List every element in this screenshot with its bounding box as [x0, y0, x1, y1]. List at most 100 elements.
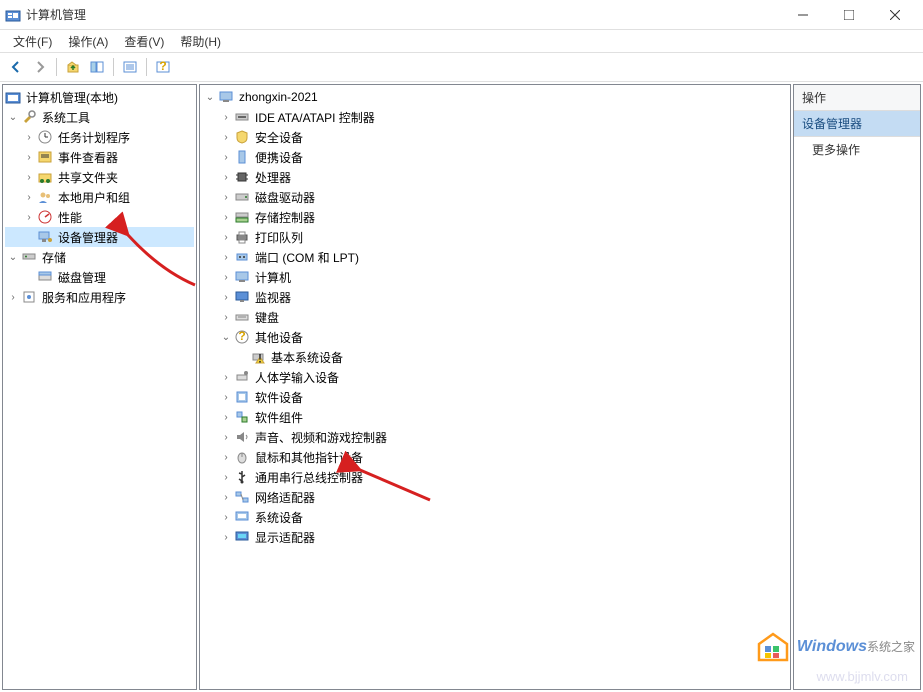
- actions-header: 操作: [794, 85, 920, 111]
- expand-icon[interactable]: ›: [21, 189, 37, 205]
- software-comp-icon: [234, 409, 250, 425]
- hid-label: 人体学输入设备: [253, 368, 341, 387]
- collapse-icon[interactable]: ⌄: [5, 249, 21, 265]
- expand-icon[interactable]: ›: [218, 129, 234, 145]
- tree-shared-folders[interactable]: › 共享文件夹: [5, 167, 194, 187]
- display-icon: [234, 529, 250, 545]
- collapse-icon[interactable]: ⌄: [202, 89, 218, 105]
- menu-view[interactable]: 查看(V): [116, 31, 172, 52]
- device-system-dev[interactable]: ›系统设备: [202, 507, 788, 527]
- window-title: 计算机管理: [26, 6, 780, 23]
- printer-icon: [234, 229, 250, 245]
- help-button[interactable]: ?: [152, 56, 174, 78]
- device-sound[interactable]: ›声音、视频和游戏控制器: [202, 427, 788, 447]
- expand-icon[interactable]: ›: [218, 449, 234, 465]
- expand-icon[interactable]: ›: [21, 149, 37, 165]
- tree-device-manager[interactable]: 设备管理器: [5, 227, 194, 247]
- device-print-queue[interactable]: ›打印队列: [202, 227, 788, 247]
- expand-icon[interactable]: ›: [218, 269, 234, 285]
- actions-more[interactable]: 更多操作: [794, 137, 920, 162]
- expand-icon[interactable]: ›: [218, 209, 234, 225]
- maximize-button[interactable]: [826, 0, 872, 30]
- expand-icon[interactable]: ›: [218, 469, 234, 485]
- forward-button[interactable]: [29, 56, 51, 78]
- actions-pane: 操作 设备管理器 更多操作: [793, 84, 921, 690]
- device-software-dev[interactable]: › 软件设备: [202, 387, 788, 407]
- mouse-label: 鼠标和其他指针设备: [253, 448, 365, 467]
- collapse-icon[interactable]: ⌄: [218, 329, 234, 345]
- tree-disk-mgmt[interactable]: 磁盘管理: [5, 267, 194, 287]
- device-cpu[interactable]: ›处理器: [202, 167, 788, 187]
- expand-icon[interactable]: ›: [5, 289, 21, 305]
- sound-icon: [234, 429, 250, 445]
- up-button[interactable]: [62, 56, 84, 78]
- device-computer[interactable]: ›计算机: [202, 267, 788, 287]
- minimize-button[interactable]: [780, 0, 826, 30]
- menu-help[interactable]: 帮助(H): [172, 31, 229, 52]
- tree-local-users[interactable]: › 本地用户和组: [5, 187, 194, 207]
- device-ide[interactable]: ›IDE ATA/ATAPI 控制器: [202, 107, 788, 127]
- device-ports[interactable]: ›端口 (COM 和 LPT): [202, 247, 788, 267]
- tree-task-scheduler[interactable]: › 任务计划程序: [5, 127, 194, 147]
- device-usb[interactable]: ›通用串行总线控制器: [202, 467, 788, 487]
- menu-action[interactable]: 操作(A): [60, 31, 116, 52]
- expand-icon[interactable]: ›: [21, 209, 37, 225]
- expand-icon[interactable]: ›: [218, 249, 234, 265]
- device-software-comp[interactable]: ›软件组件: [202, 407, 788, 427]
- device-monitor[interactable]: ›监视器: [202, 287, 788, 307]
- device-network[interactable]: ›网络适配器: [202, 487, 788, 507]
- event-viewer-label: 事件查看器: [56, 148, 120, 167]
- expand-icon[interactable]: ›: [218, 149, 234, 165]
- software-dev-label: 软件设备: [253, 388, 305, 407]
- expand-icon[interactable]: ›: [218, 409, 234, 425]
- expand-icon[interactable]: ›: [218, 369, 234, 385]
- expand-icon[interactable]: ›: [21, 169, 37, 185]
- event-icon: [37, 149, 53, 165]
- network-icon: [234, 489, 250, 505]
- tree-services[interactable]: › 服务和应用程序: [5, 287, 194, 307]
- device-disk-drives[interactable]: ›磁盘驱动器: [202, 187, 788, 207]
- expand-icon[interactable]: ›: [218, 389, 234, 405]
- portable-label: 便携设备: [253, 148, 305, 167]
- expand-icon[interactable]: ›: [218, 109, 234, 125]
- device-root[interactable]: ⌄ zhongxin-2021: [202, 87, 788, 107]
- device-portable[interactable]: › 便携设备: [202, 147, 788, 167]
- spacer: [21, 229, 37, 245]
- expand-icon[interactable]: ›: [218, 289, 234, 305]
- expand-icon[interactable]: ›: [218, 529, 234, 545]
- software-dev-icon: [234, 389, 250, 405]
- expand-icon[interactable]: ›: [218, 309, 234, 325]
- device-base-system[interactable]: !基本系统设备: [202, 347, 788, 367]
- back-button[interactable]: [5, 56, 27, 78]
- expand-icon[interactable]: ›: [218, 189, 234, 205]
- expand-icon[interactable]: ›: [218, 489, 234, 505]
- device-hid[interactable]: › 人体学输入设备: [202, 367, 788, 387]
- expand-icon[interactable]: ›: [218, 509, 234, 525]
- tree-system-tools[interactable]: ⌄ 系统工具: [5, 107, 194, 127]
- usb-icon: [234, 469, 250, 485]
- expand-icon[interactable]: ›: [218, 229, 234, 245]
- device-storage-ctrl[interactable]: › 存储控制器: [202, 207, 788, 227]
- tree-performance[interactable]: › 性能: [5, 207, 194, 227]
- device-security[interactable]: ›安全设备: [202, 127, 788, 147]
- tree-event-viewer[interactable]: › 事件查看器: [5, 147, 194, 167]
- computer-mgmt-icon: [5, 89, 21, 105]
- storage-ctrl-label: 存储控制器: [253, 208, 317, 227]
- device-mouse[interactable]: › 鼠标和其他指针设备: [202, 447, 788, 467]
- close-button[interactable]: [872, 0, 918, 30]
- nav-tree[interactable]: 计算机管理(本地) ⌄ 系统工具 › 任务计划程序 › 事件查看器 › 共享文件…: [3, 85, 196, 689]
- tree-storage[interactable]: ⌄ 存储: [5, 247, 194, 267]
- device-keyboard[interactable]: ›键盘: [202, 307, 788, 327]
- device-other[interactable]: ⌄?其他设备: [202, 327, 788, 347]
- expand-icon[interactable]: ›: [218, 429, 234, 445]
- titlebar: 计算机管理: [0, 0, 923, 30]
- collapse-icon[interactable]: ⌄: [5, 109, 21, 125]
- menu-file[interactable]: 文件(F): [5, 31, 60, 52]
- expand-icon[interactable]: ›: [218, 169, 234, 185]
- expand-icon[interactable]: ›: [21, 129, 37, 145]
- device-display[interactable]: ›显示适配器: [202, 527, 788, 547]
- device-tree[interactable]: ⌄ zhongxin-2021 ›IDE ATA/ATAPI 控制器 ›安全设备…: [200, 85, 790, 689]
- show-hide-button[interactable]: [86, 56, 108, 78]
- properties-button[interactable]: [119, 56, 141, 78]
- tree-root[interactable]: 计算机管理(本地): [5, 87, 194, 107]
